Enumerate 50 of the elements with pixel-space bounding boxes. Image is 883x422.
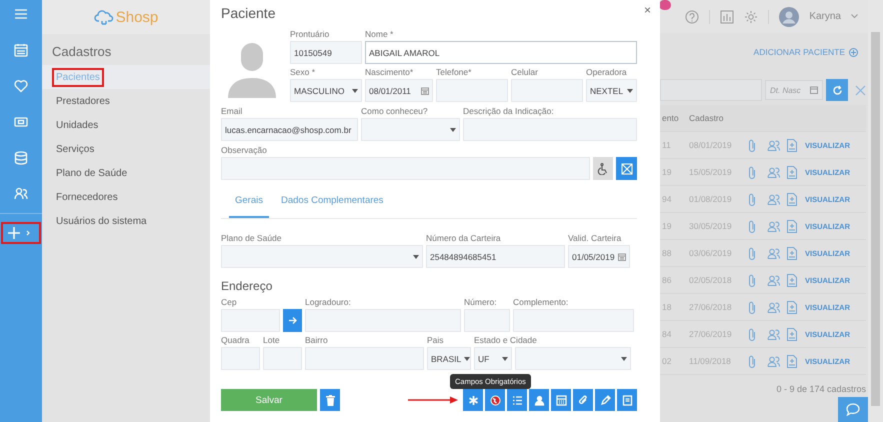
field-label: Nascimento*	[365, 66, 414, 79]
menu-item[interactable]: Unidades	[52, 116, 102, 134]
select-field[interactable]: MASCULINO	[290, 79, 362, 102]
field-label: Estado e Cidade	[474, 334, 537, 347]
field-label: Sexo *	[290, 66, 316, 79]
field-label: Número:	[464, 296, 497, 309]
field-label: Logradouro:	[305, 296, 351, 309]
field-label: Plano de Saúde	[221, 232, 282, 245]
field-label: Descrição da Indicação:	[463, 105, 554, 118]
date-field[interactable]: 01/05/2019	[568, 245, 630, 268]
date-field[interactable]: 08/01/2011	[365, 79, 433, 102]
field-label: Cep	[221, 296, 237, 309]
menu-item[interactable]: Serviços	[52, 140, 98, 158]
field-label: Telefone*	[436, 66, 472, 79]
close-button[interactable]: ×	[644, 3, 651, 17]
input-field[interactable]: 25484894685451	[426, 245, 565, 268]
field-label: Operadora	[586, 66, 627, 79]
section-heading: Endereço	[221, 278, 274, 294]
field-label: Celular	[511, 66, 538, 79]
field-label: Número da Carteira	[426, 232, 501, 245]
field-label: Prontuário	[290, 28, 330, 41]
column-header: Cadastro	[688, 113, 724, 123]
select-field[interactable]: BRASIL	[427, 347, 471, 370]
select-field[interactable]: NEXTEL	[586, 79, 637, 102]
field-label: Observação	[221, 144, 267, 157]
field-label: Pais	[427, 334, 444, 347]
input-field[interactable]: 10150549	[290, 41, 362, 64]
section-title: Cadastros	[51, 43, 112, 61]
menu-item[interactable]: Plano de Saúde	[52, 164, 132, 182]
tab[interactable]: Dados Complementares	[274, 188, 390, 218]
dialog-title: Paciente	[221, 5, 276, 21]
field-label: Complemento:	[513, 296, 568, 309]
field-label: Bairro	[305, 334, 328, 347]
field-label: Email	[221, 105, 242, 118]
field-label: Como conheceu?	[361, 105, 428, 118]
menu-item[interactable]: Fornecedores	[52, 188, 122, 206]
input-field[interactable]: lucas.encarnacao@shosp.com.br	[221, 118, 358, 141]
input-field[interactable]: ABIGAIL AMAROL	[365, 41, 637, 64]
field-label: Lote	[263, 334, 280, 347]
column-header: ento	[661, 113, 679, 123]
field-label: Valid. Carteira	[568, 232, 622, 245]
menu-item[interactable]: Usuários do sistema	[52, 212, 151, 230]
pagination-info: 0 - 9 de 174 cadastros	[775, 383, 866, 394]
tab[interactable]: Gerais	[229, 188, 269, 218]
menu-item[interactable]: Prestadores	[52, 92, 114, 110]
field-label: Quadra	[221, 334, 250, 347]
logo-text: Shosp	[116, 8, 158, 26]
date-field[interactable]: Dt. Nasc	[765, 80, 823, 100]
select-field[interactable]: UF	[474, 347, 512, 370]
field-label: Nome *	[365, 28, 394, 41]
